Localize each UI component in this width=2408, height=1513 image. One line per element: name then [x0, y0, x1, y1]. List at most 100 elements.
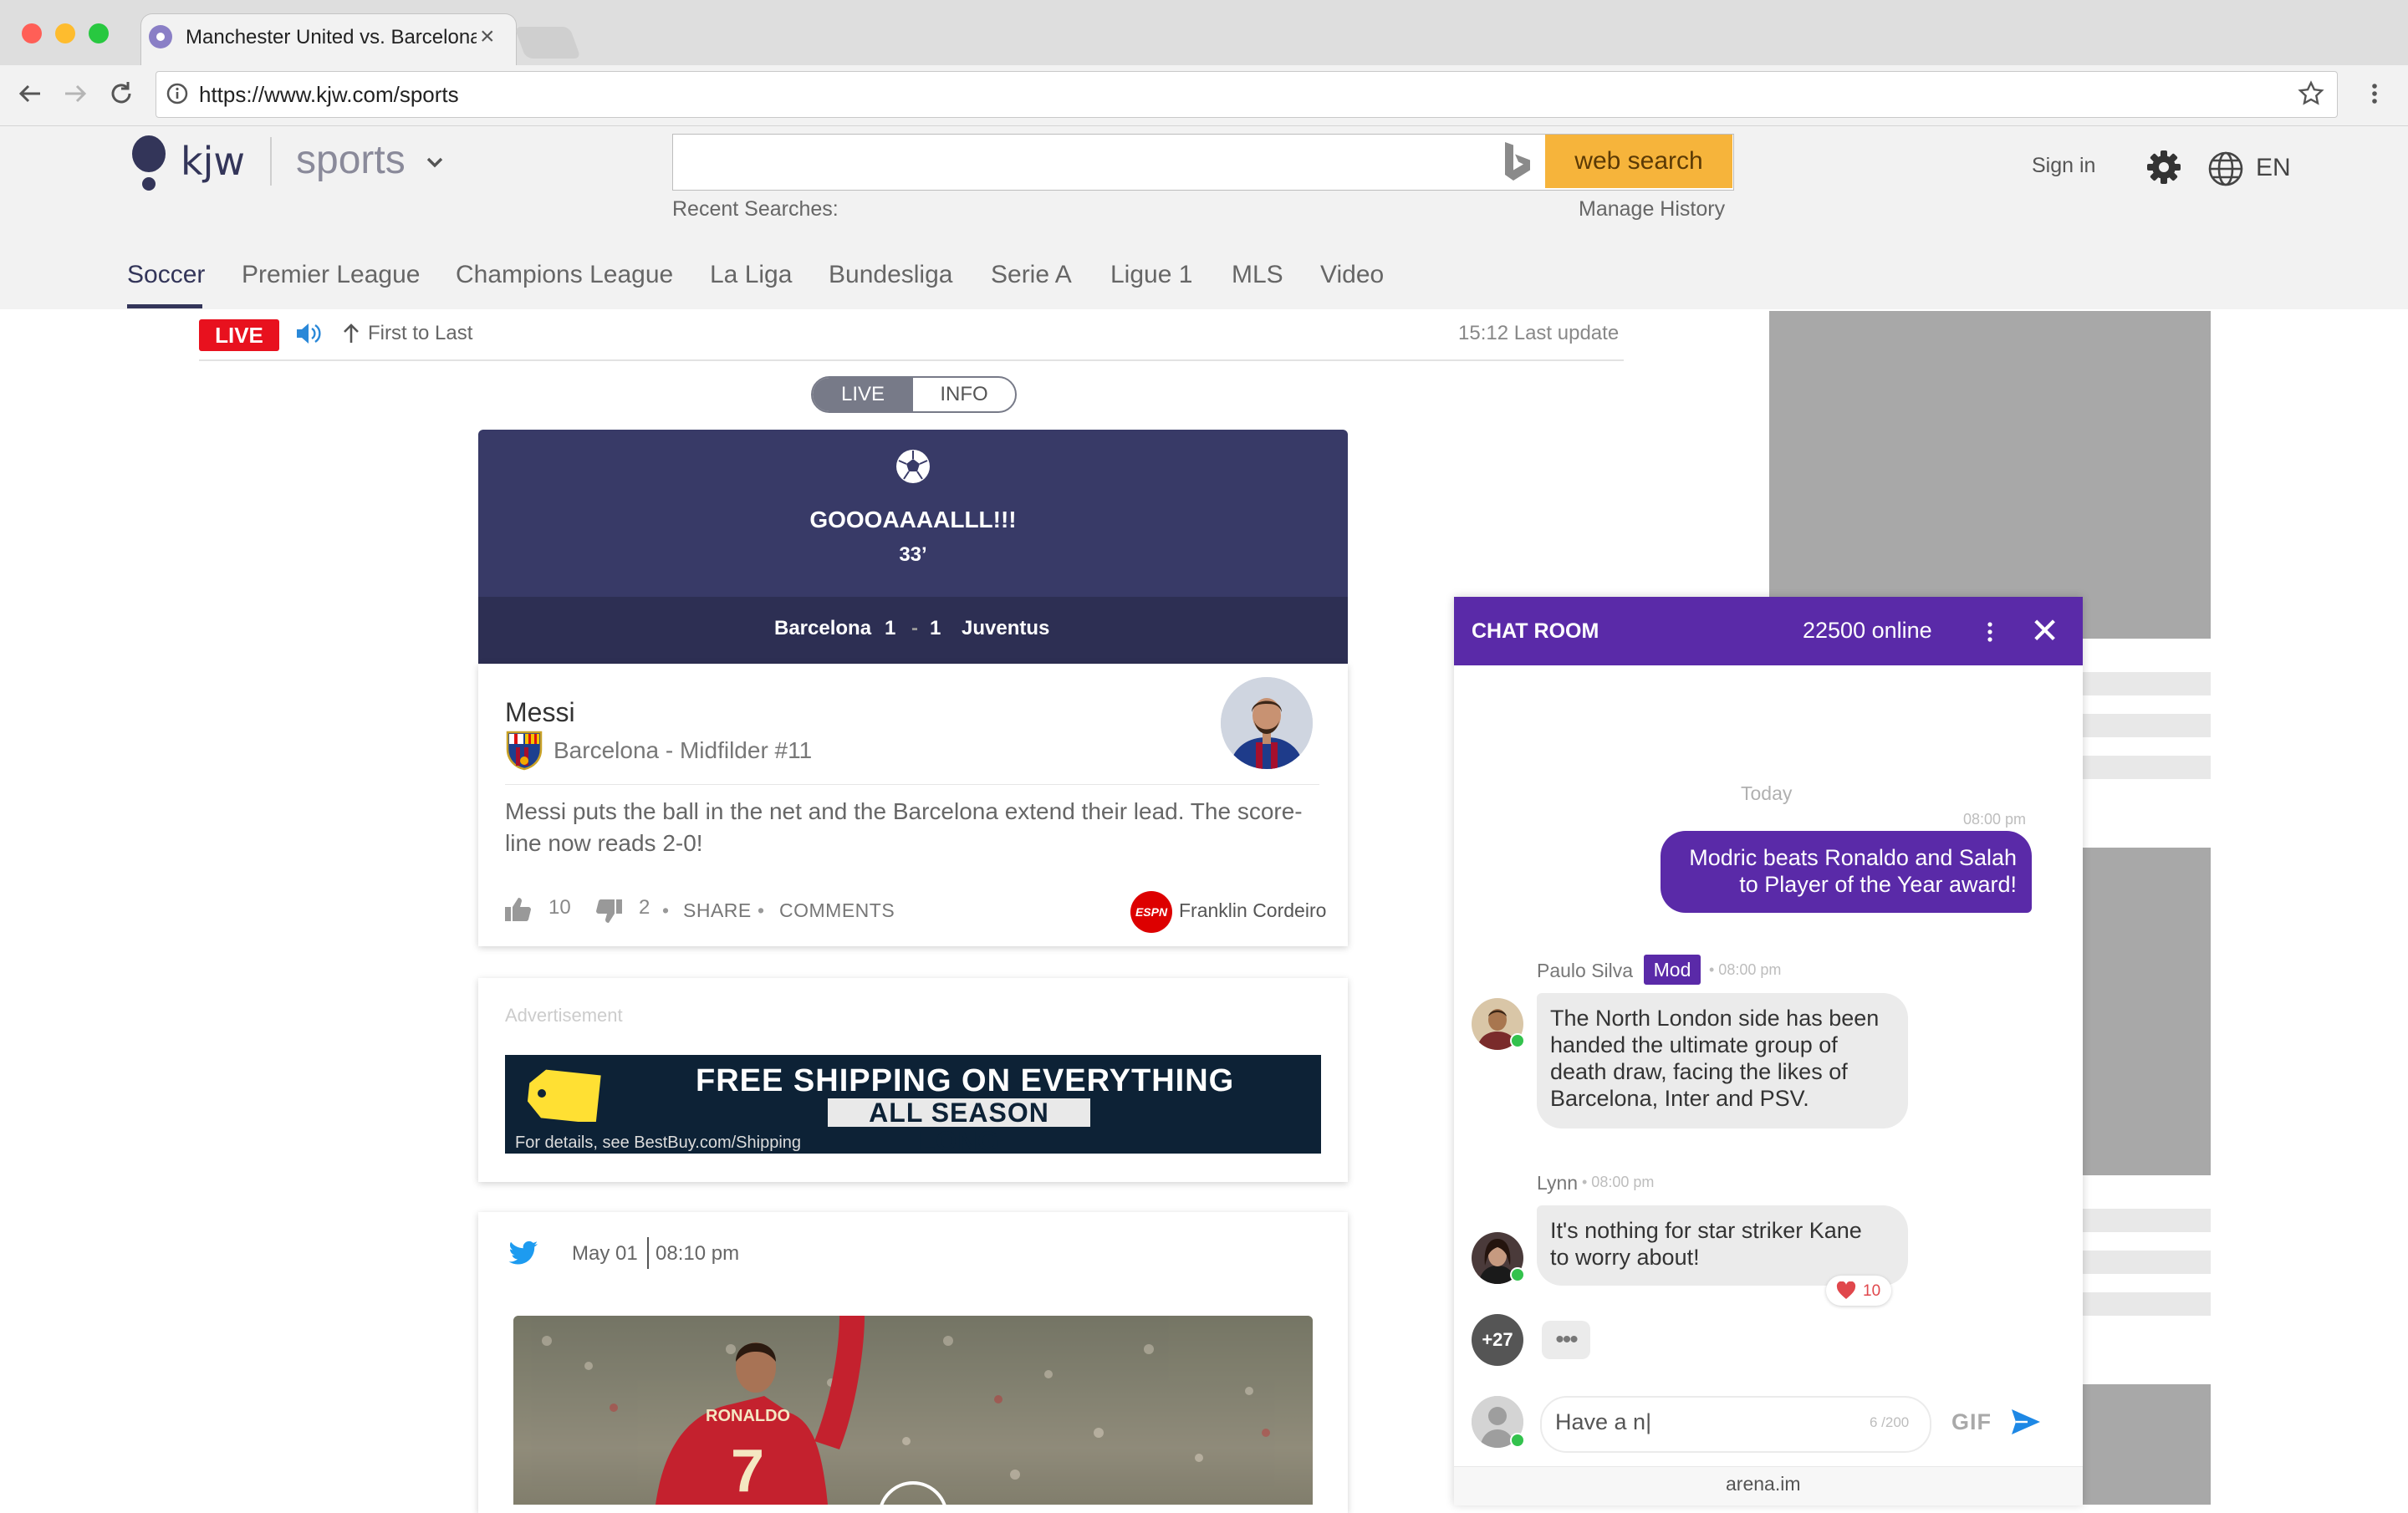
nav-mls[interactable]: MLS	[1232, 261, 1283, 289]
live-info-toggle[interactable]: LIVE INFO	[811, 376, 1017, 413]
heart-icon	[1836, 1281, 1856, 1300]
url-text[interactable]: https://www.kjw.com/sports	[199, 82, 459, 108]
tab-info[interactable]: INFO	[913, 378, 1015, 411]
more-options-icon[interactable]	[1983, 619, 1997, 645]
tab-title: Manchester United vs. Barcelona	[186, 26, 477, 48]
away-team: Juventus	[962, 617, 1050, 639]
mod-badge: Mod	[1644, 955, 1701, 985]
jersey-name: RONALDO	[706, 1407, 790, 1425]
address-bar[interactable]	[156, 71, 2338, 118]
livebar-divider	[199, 359, 1624, 361]
chat-input-value[interactable]: Have a n|	[1555, 1409, 1651, 1435]
info-icon[interactable]	[166, 82, 189, 105]
message-line: handed the ultimate group of	[1550, 1032, 1838, 1057]
arrow-up-icon[interactable]	[341, 323, 361, 344]
goal-title: GOOOAAAALLL!!!	[809, 507, 1017, 532]
ad-subheadline: ALL SEASON LONG	[828, 1098, 1090, 1155]
chat-title: CHAT ROOM	[1472, 619, 1599, 643]
section-dropdown[interactable]: sports	[296, 137, 406, 183]
back-arrow-icon[interactable]	[17, 80, 43, 107]
browser-menu-icon[interactable]	[2368, 80, 2381, 107]
gear-icon[interactable]	[2145, 149, 2182, 186]
away-score: 1	[930, 617, 941, 639]
event-description: Messi puts the ball in the net and the B…	[505, 798, 1303, 856]
window-minimize-button[interactable]	[55, 23, 75, 43]
web-search-button[interactable]: web search	[1545, 135, 1732, 188]
online-status-dot	[1510, 1033, 1525, 1048]
new-tab-button[interactable]	[514, 27, 581, 59]
reload-icon[interactable]	[107, 79, 135, 108]
bookmark-star-icon[interactable]	[2298, 80, 2324, 107]
chat-message-bubble[interactable]: The North London side has been handed th…	[1537, 993, 1908, 1128]
tab-close-icon[interactable]: ×	[480, 23, 495, 51]
ad-headline: FREE SHIPPING ON EVERYTHING	[696, 1063, 1235, 1098]
tweet-time: 08:10 pm	[656, 1242, 740, 1265]
my-message-bubble[interactable]: Modric beats Ronaldo and Salah to Player…	[1661, 831, 2032, 913]
nav-bundesliga[interactable]: Bundesliga	[829, 261, 952, 289]
window-close-button[interactable]	[22, 23, 42, 43]
nav-la-liga[interactable]: La Liga	[710, 261, 792, 289]
site-logo[interactable]: kjw	[181, 139, 245, 184]
bullet-separator: •	[758, 899, 765, 921]
score-separator: -	[911, 617, 918, 639]
nav-champions-league[interactable]: Champions League	[456, 261, 673, 289]
message-time: • 08:00 pm	[1582, 1174, 1655, 1190]
bullet-separator: •	[662, 899, 670, 921]
kjw-logo-icon[interactable]	[130, 134, 167, 192]
card-divider	[505, 784, 1319, 785]
twitter-bird-icon[interactable]	[508, 1240, 538, 1266]
sidebar-ad-placeholder	[1769, 311, 2211, 639]
nav-serie-a[interactable]: Serie A	[991, 261, 1072, 289]
send-icon[interactable]	[2010, 1408, 2042, 1436]
jersey-number: 7	[731, 1438, 764, 1505]
nav-soccer[interactable]: Soccer	[127, 261, 205, 289]
my-message-line: to Player of the Year award!	[1739, 872, 2017, 897]
tweet-image[interactable]: RONALDO 7	[513, 1316, 1313, 1505]
globe-icon[interactable]	[2207, 150, 2244, 187]
recent-searches-label: Recent Searches:	[672, 197, 839, 221]
bing-logo-icon	[1500, 140, 1533, 182]
sign-in-link[interactable]: Sign in	[2032, 154, 2095, 178]
thumbs-down-icon[interactable]	[595, 898, 624, 925]
nav-video[interactable]: Video	[1320, 261, 1384, 289]
message-line: Barcelona, Inter and PSV.	[1550, 1086, 1809, 1111]
window-zoom-button[interactable]	[89, 23, 109, 43]
online-status-dot	[1510, 1267, 1525, 1282]
tab-live[interactable]: LIVE	[813, 378, 913, 411]
live-badge: LIVE	[199, 319, 279, 351]
username[interactable]: Paulo Silva	[1537, 960, 1633, 982]
message-time: • 08:00 pm	[1709, 961, 1782, 978]
barcelona-crest-icon	[505, 729, 543, 771]
sort-first-to-last[interactable]: First to Last	[368, 322, 472, 345]
author-name[interactable]: Franklin Cordeiro	[1179, 899, 1326, 922]
ad-fineprint: For details, see BestBuy.com/Shipping	[515, 1133, 802, 1152]
speaker-icon[interactable]	[294, 321, 321, 346]
share-link[interactable]: SHARE	[683, 899, 752, 922]
manage-history-link[interactable]: Manage History	[1579, 197, 1725, 222]
typing-indicator: •••	[1542, 1321, 1590, 1359]
arena-brand[interactable]: arena.im	[1726, 1473, 1800, 1495]
logo-divider	[270, 137, 272, 186]
my-message-line: Modric beats Ronaldo and Salah	[1689, 845, 2017, 870]
thumbs-up-icon[interactable]	[503, 896, 532, 923]
online-status-dot	[1510, 1433, 1525, 1448]
character-counter: 6 /200	[1870, 1414, 1910, 1430]
player-name[interactable]: Messi	[505, 697, 575, 728]
player-avatar[interactable]	[1221, 677, 1313, 769]
chevron-down-icon[interactable]	[425, 155, 445, 169]
price-tag-icon	[525, 1068, 602, 1122]
language-selector[interactable]: EN	[2256, 154, 2291, 182]
nav-premier-league[interactable]: Premier League	[242, 261, 420, 289]
more-users-avatar[interactable]: +27	[1472, 1314, 1523, 1366]
message-line: It's nothing for star striker Kane	[1550, 1218, 1862, 1243]
username[interactable]: Lynn	[1537, 1172, 1578, 1195]
chat-close-icon[interactable]: ✕	[2030, 610, 2059, 651]
comments-link[interactable]: COMMENTS	[779, 899, 895, 922]
chat-message-bubble[interactable]: It's nothing for star striker Kane to wo…	[1537, 1205, 1908, 1286]
tweet-date: May 01	[572, 1242, 638, 1265]
goal-minute: 33’	[899, 543, 927, 566]
forward-arrow-icon[interactable]	[62, 80, 89, 107]
tweet-divider	[647, 1237, 649, 1269]
nav-ligue-1[interactable]: Ligue 1	[1110, 261, 1192, 289]
gif-button[interactable]: GIF	[1951, 1409, 1992, 1435]
